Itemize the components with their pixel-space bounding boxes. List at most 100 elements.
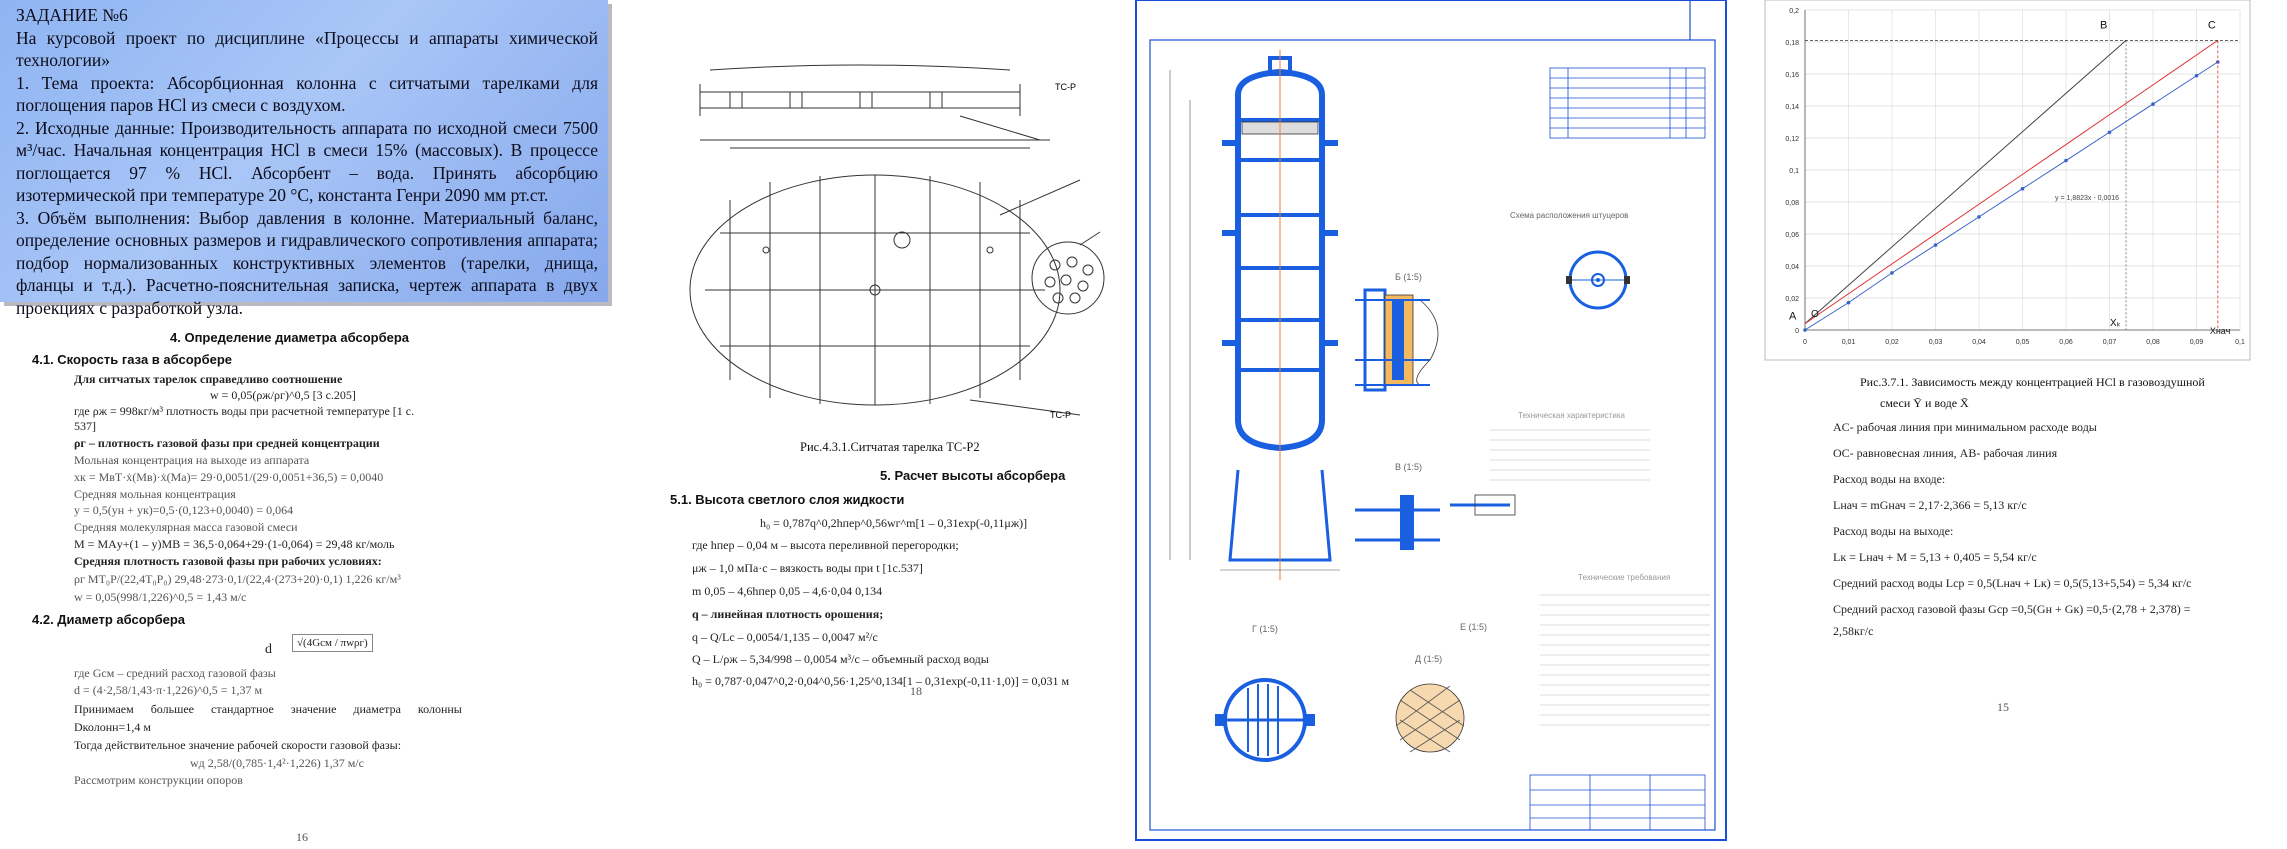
grid-section: Д (1:5) Е (1:5) — [1395, 622, 1487, 753]
x-tick-label: 0,06 — [2059, 339, 2073, 346]
formula-line: w = 0,05(ρж/ρг)^0,5 [3 с.205] — [210, 388, 356, 402]
plate-label: ТС-Р — [1055, 82, 1076, 92]
data-point — [2151, 102, 2155, 106]
assignment-header: ЗАДАНИЕ №6 — [16, 5, 128, 25]
formula-line: ρг MT₀P/(22,4T₀P₀) 29,48·273·0,1/(22,4·(… — [74, 572, 401, 586]
y-tick-label: 0,06 — [1785, 232, 1799, 239]
text-line: где Gсм – средний расход газовой фазы — [74, 666, 276, 680]
formula-line: w = 0,05(998/1,226)^0,5 = 1,43 м/с — [74, 590, 247, 604]
x-tick-label: 0,05 — [2016, 339, 2030, 346]
text-line: Принимаем большее стандартное значение д… — [74, 702, 462, 716]
text-line: Тогда действительное значение рабочей ск… — [74, 738, 402, 752]
text-line: μж – 1,0 мПа·с – вязкость воды при t [1с… — [692, 561, 923, 575]
text-line: Средняя плотность газовой фазы при рабоч… — [74, 554, 382, 568]
text-line: Для ситчатых тарелок справедливо соотнош… — [74, 372, 343, 386]
plate-section: Г (1:5) — [1215, 624, 1315, 762]
formula-line: Средний расход воды Lср = 0,5(Lнач + Lк)… — [1833, 576, 2192, 590]
x-tick-label: 0,09 — [2190, 339, 2204, 346]
requirements-title: Технические требования — [1578, 573, 1670, 582]
x-tick-label: 0,07 — [2103, 339, 2117, 346]
flange-detail: Б (1:5) — [1355, 272, 1439, 392]
assignment-intro: На курсовой проект по дисциплине «Процес… — [16, 27, 598, 71]
section-4-1-title: 4.1. Скорость газа в абсорбере — [32, 352, 233, 367]
title-block — [1529, 774, 1706, 831]
data-point — [2107, 130, 2112, 135]
assignment-item-1: 1. Тема проекта: Абсорбционная колонна с… — [16, 72, 598, 116]
point-label-c: C — [2208, 19, 2216, 31]
assembly-drawing: Б (1:5) В (1:5) Схема расположения штуце… — [1130, 0, 1740, 849]
data-point — [2020, 186, 2025, 191]
formula-d-label: d — [265, 642, 272, 657]
data-point — [2194, 73, 2199, 78]
formula-d: √(4Gсм / πwρг) — [292, 634, 373, 652]
y-tick-label: 0,02 — [1785, 296, 1799, 303]
section-label: Е (1:5) — [1460, 622, 1487, 632]
text-line: где ρж = 998кг/м³ плотность воды при рас… — [74, 404, 415, 418]
page-number: 16 — [296, 830, 308, 844]
text-line: где hпер – 0,04 м – высота переливной пе… — [692, 538, 959, 552]
y-tick-label: 0,1 — [1789, 168, 1799, 175]
formula-line: Q – L/ρж – 5,34/998 – 0,0054 м³/с – объе… — [692, 652, 989, 666]
y-tick-label: 0,16 — [1785, 72, 1799, 79]
y-tick-label: 0,14 — [1785, 104, 1799, 111]
data-point — [2064, 158, 2068, 163]
formula-line: Lк = Lнач + M = 5,13 + 0,405 = 5,54 кг/с — [1833, 550, 2037, 564]
nozzle-scheme: Схема расположения штуцеров — [1510, 211, 1630, 310]
x-tick-label: 0 — [1803, 339, 1807, 346]
data-point — [1977, 215, 1981, 219]
trendline-label: y = 1,8823x - 0,0016 — [2055, 195, 2119, 202]
formula-line: h₀ = 0,787q^0,2hпер^0,56wг^m[1 – 0,31exp… — [760, 516, 1028, 530]
section-label: Д (1:5) — [1415, 654, 1442, 664]
point-label-b: B — [2100, 19, 2107, 31]
y-tick-label: 0,18 — [1785, 40, 1799, 47]
y-tick-label: 0,08 — [1785, 200, 1799, 207]
assignment-page: ЗАДАНИЕ №6 На курсовой проект по дисципл… — [0, 0, 660, 849]
column-vessel — [1169, 50, 1340, 580]
text-line: AC- рабочая линия при минимальном расход… — [1833, 420, 2097, 434]
graph-caption: Рис.3.7.1. Зависимость между концентраци… — [1860, 375, 2205, 389]
text-line: Мольная концентрация на выходе из аппара… — [74, 453, 310, 467]
text-line: ρг – плотность газовой фазы при средней … — [74, 436, 380, 450]
text-line: q – линейная плотность орошения; — [692, 607, 884, 621]
data-point — [1933, 243, 1938, 247]
spec-title: Техническая характеристика — [1518, 411, 1625, 420]
nozzle-detail: В (1:5) — [1355, 462, 1516, 550]
x-mark-label: Xнач — [2210, 326, 2231, 336]
text-line: Средняя молекулярная масса газовой смеси — [74, 520, 298, 534]
point-label-o: O — [1811, 309, 1819, 320]
data-point — [1803, 328, 1807, 332]
section-label: Б (1:5) — [1395, 272, 1422, 282]
section-label: В (1:5) — [1395, 462, 1422, 472]
formula-line: q – Q/Lc – 0,0054/1,135 – 0,0047 м²/с — [692, 630, 878, 644]
chart-frame — [1764, 0, 2251, 361]
plate-label: ТС-Р — [1050, 410, 1071, 420]
formula-line: M = MАy+(1 – y)MВ = 36,5·0,064+29·(1-0,0… — [74, 537, 395, 551]
graph-caption: смеси Ȳ и воде X̄ — [1880, 396, 1969, 410]
section-4-title: 4. Определение диаметра абсорбера — [170, 330, 410, 345]
assignment-item-2: 2. Исходные данные: Производительность а… — [16, 117, 598, 206]
text-line: Расход воды на входе: — [1833, 472, 1946, 486]
formula-line: h₀ = 0,787·0,047^0,2·0,04^0,56·1,25^0,13… — [692, 674, 1070, 688]
page-number: 15 — [1997, 700, 2009, 714]
section-5-1-title: 5.1. Высота светлого слоя жидкости — [670, 492, 905, 507]
page-number: 18 — [910, 684, 922, 698]
formula-line: 2,58кг/с — [1833, 624, 1874, 638]
equilibrium-page: 0 0,01 0,02 0,03 0,04 0,05 0,06 0,07 0,08 0,09 0,1… — [1740, 0, 2287, 849]
x-tick-label: 0,01 — [1842, 339, 1856, 346]
plate-page: ТС-Р ТС-Р Рис.4.3.1.Ситчатая тарелка ТС-… — [660, 0, 1130, 849]
text-line: Dколонн=1,4 м — [74, 720, 151, 734]
formula-line: d = (4·2,58/1,43·π·1,226)^0,5 = 1,37 м — [74, 683, 263, 697]
text-line: OC- равновесная линия, AB- рабочая линия — [1833, 446, 2058, 460]
x-tick-label: 0,03 — [1929, 339, 1943, 346]
x-tick-label: 0,02 — [1885, 339, 1899, 346]
assignment-box: ЗАДАНИЕ №6 На курсовой проект по дисципл… — [0, 0, 608, 318]
section-label: Г (1:5) — [1252, 624, 1278, 634]
formula-line: wд 2,58/(0,785·1,4²·1,226) 1,37 м/с — [190, 756, 364, 770]
text-line: Расход воды на выходе: — [1833, 524, 1954, 538]
x-mark-label: Xₖ — [2110, 318, 2121, 329]
section-4-2-title: 4.2. Диаметр абсорбера — [32, 612, 186, 627]
formula-line: y = 0,5(yн + yк)=0,5·(0,123+0,0040) = 0,… — [74, 503, 294, 517]
data-point — [1846, 300, 1851, 305]
formula-line: Lнач = mGнач = 2,17·2,366 = 5,13 кг/с — [1833, 498, 2027, 512]
equilibrium-chart: 0 0,01 0,02 0,03 0,04 0,05 0,06 0,07 0,08 0,09 0,1… — [1764, 0, 2251, 361]
